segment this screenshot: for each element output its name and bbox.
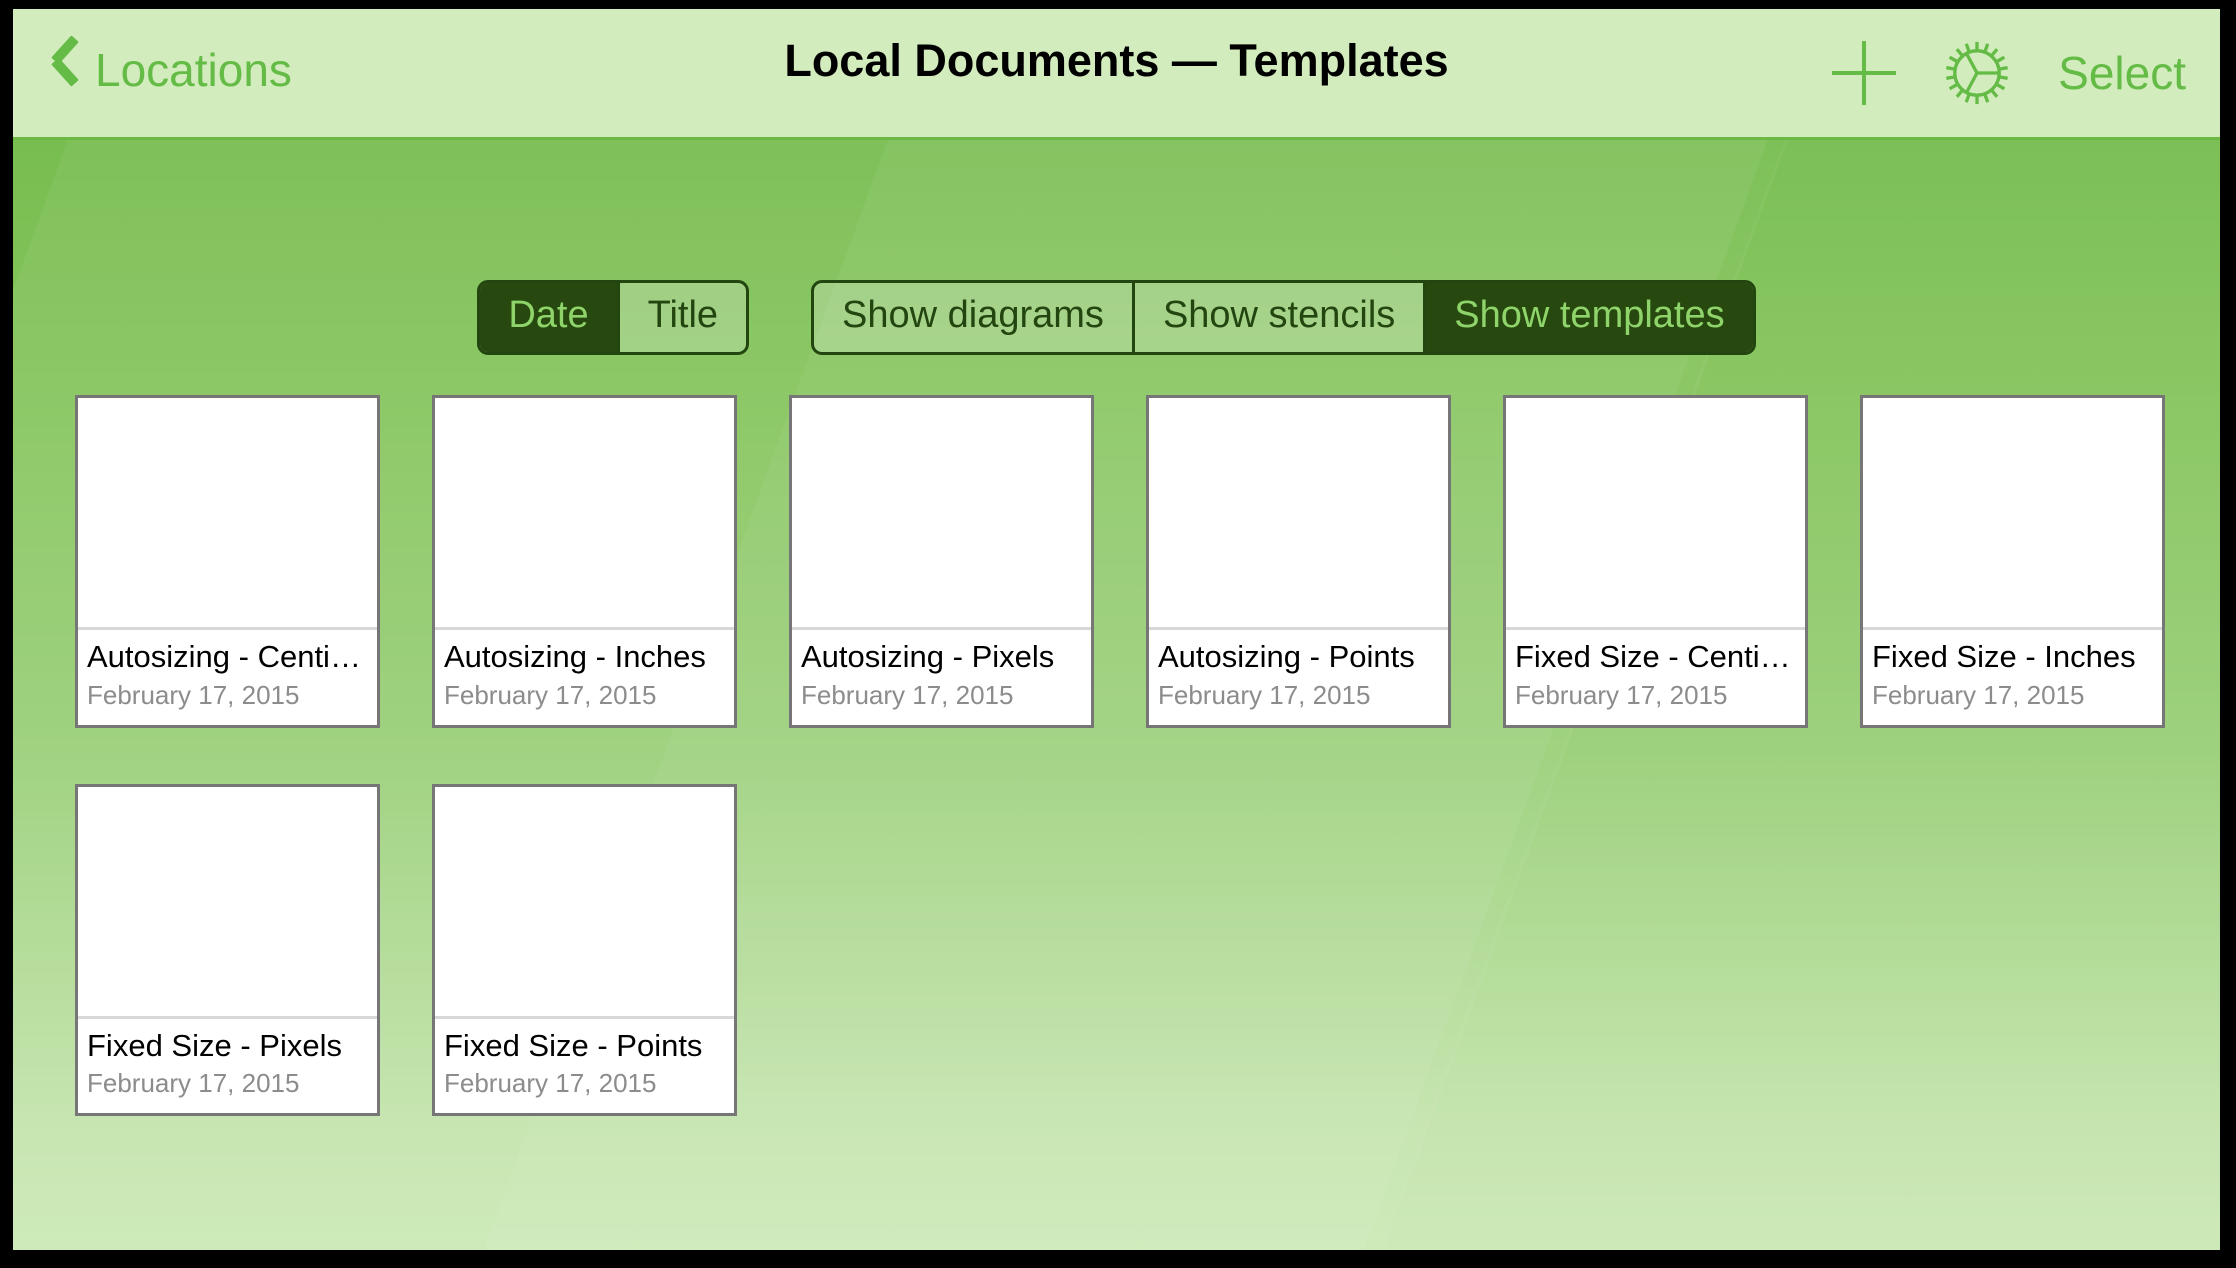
segment-show-stencils[interactable]: Show stencils — [1134, 283, 1427, 352]
document-meta: Fixed Size - Inches February 17, 2015 — [1863, 630, 2162, 725]
back-button[interactable]: Locations — [51, 34, 292, 106]
navbar-actions: Select — [1832, 27, 2186, 119]
kind-segmented-control[interactable]: Show diagrams Show stencils Show templat… — [811, 280, 1756, 355]
document-thumbnail — [78, 786, 377, 1019]
back-button-label: Locations — [95, 44, 292, 96]
segment-show-templates[interactable]: Show templates — [1426, 283, 1753, 352]
document-date: February 17, 2015 — [87, 679, 300, 710]
document-thumbnail — [1149, 398, 1448, 630]
document-thumbnail — [1863, 398, 2162, 630]
document-date: February 17, 2015 — [444, 1068, 657, 1099]
document-thumbnail — [435, 398, 734, 630]
document-meta: Autosizing - Pixels February 17, 2015 — [792, 630, 1091, 725]
filter-bar: Date Title Show diagrams Show stencils S… — [13, 280, 2220, 355]
document-tile[interactable]: Fixed Size - Centi… February 17, 2015 — [1503, 395, 1808, 728]
gear-icon[interactable] — [1940, 36, 2014, 110]
document-title: Autosizing - Pixels — [801, 639, 1055, 674]
document-title: Autosizing - Centi… — [87, 639, 361, 674]
document-grid: Autosizing - Centi… February 17, 2015 Auto… — [75, 395, 2195, 1117]
document-date: February 17, 2015 — [1872, 679, 2085, 710]
document-thumbnail — [78, 398, 377, 630]
app-screen: Locations Local Documents — Templates Se… — [13, 9, 2220, 1250]
document-tile[interactable]: Fixed Size - Points February 17, 2015 — [432, 783, 737, 1117]
document-date: February 17, 2015 — [87, 1068, 300, 1099]
document-tile[interactable]: Fixed Size - Inches February 17, 2015 — [1860, 395, 2165, 728]
document-title: Fixed Size - Pixels — [87, 1027, 342, 1063]
document-tile[interactable]: Fixed Size - Pixels February 17, 2015 — [75, 783, 380, 1117]
document-meta: Fixed Size - Centi… February 17, 2015 — [1506, 630, 1805, 725]
document-tile[interactable]: Autosizing - Points February 17, 2015 — [1146, 395, 1451, 728]
document-thumbnail — [1506, 398, 1805, 630]
document-tile[interactable]: Autosizing - Pixels February 17, 2015 — [789, 395, 1094, 728]
document-title: Autosizing - Points — [1158, 639, 1415, 674]
document-meta: Fixed Size - Points February 17, 2015 — [435, 1019, 734, 1114]
segment-sort-date[interactable]: Date — [480, 283, 620, 352]
document-title: Fixed Size - Centi… — [1515, 639, 1791, 674]
document-title: Fixed Size - Inches — [1872, 639, 2136, 674]
segment-show-diagrams[interactable]: Show diagrams — [814, 283, 1135, 352]
document-title: Fixed Size - Points — [444, 1027, 703, 1063]
document-thumbnail — [792, 398, 1091, 630]
sort-segmented-control[interactable]: Date Title — [477, 280, 750, 355]
document-tile[interactable]: Autosizing - Centi… February 17, 2015 — [75, 395, 380, 728]
plus-icon[interactable] — [1832, 41, 1897, 105]
document-browser-canvas: Date Title Show diagrams Show stencils S… — [13, 140, 2220, 1250]
select-button[interactable]: Select — [2058, 46, 2186, 100]
document-thumbnail — [435, 786, 734, 1019]
document-meta: Autosizing - Centi… February 17, 2015 — [78, 630, 377, 725]
document-title: Autosizing - Inches — [444, 639, 706, 674]
device-frame: Locations Local Documents — Templates Se… — [0, 0, 2236, 1268]
document-date: February 17, 2015 — [444, 679, 657, 710]
navigation-bar: Locations Local Documents — Templates Se… — [13, 9, 2220, 140]
document-meta: Autosizing - Inches February 17, 2015 — [435, 630, 734, 725]
document-meta: Autosizing - Points February 17, 2015 — [1149, 630, 1448, 725]
document-date: February 17, 2015 — [1158, 679, 1371, 710]
document-tile[interactable]: Autosizing - Inches February 17, 2015 — [432, 395, 737, 728]
document-date: February 17, 2015 — [801, 679, 1014, 710]
document-date: February 17, 2015 — [1515, 679, 1728, 710]
chevron-left-icon — [51, 44, 85, 96]
document-meta: Fixed Size - Pixels February 17, 2015 — [78, 1019, 377, 1114]
segment-sort-title[interactable]: Title — [619, 283, 747, 352]
